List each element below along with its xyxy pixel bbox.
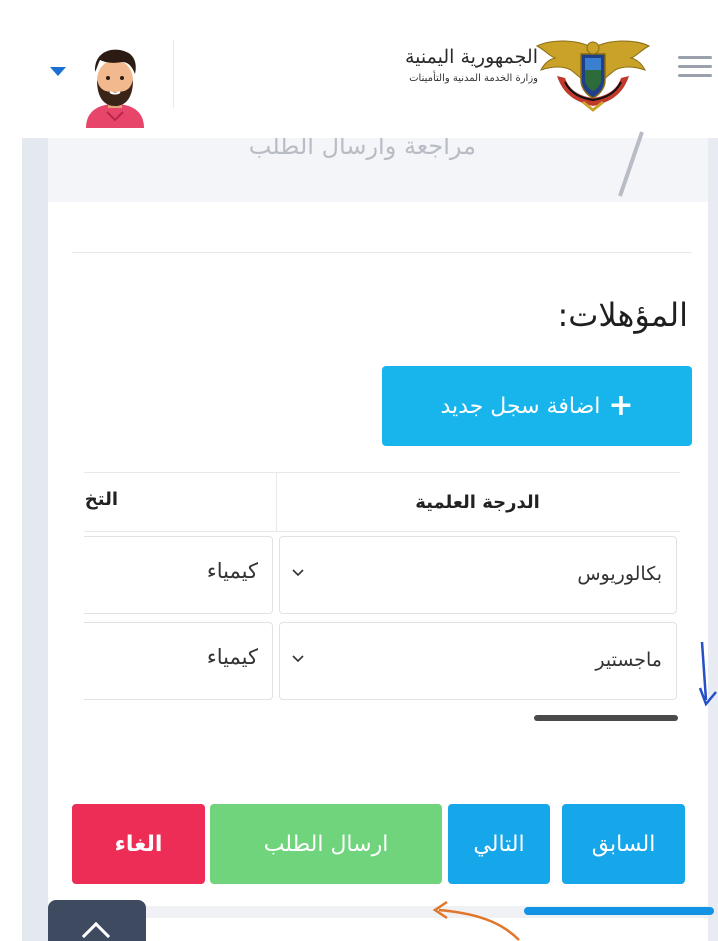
column-header-specialization: التخ: [84, 473, 276, 532]
section-divider: [72, 252, 692, 253]
specialization-field-value: كيمياء: [206, 645, 258, 669]
degree-select[interactable]: ماجستير: [279, 622, 677, 700]
qualifications-table: الدرجة العلمية التخ بكالوريوس كيمياء ماج…: [84, 472, 680, 708]
column-header-specialization-label: التخ: [84, 489, 118, 510]
chevron-down-icon: [292, 655, 304, 663]
hamburger-menu-icon[interactable]: [678, 56, 712, 80]
step-separator-icon: [618, 131, 644, 197]
specialization-field[interactable]: كيمياء: [84, 536, 273, 614]
country-title: الجمهورية اليمنية: [404, 46, 538, 68]
table-header-row: الدرجة العلمية التخ: [84, 472, 680, 532]
chevron-down-icon: [292, 569, 304, 577]
submit-request-button[interactable]: ارسال الطلب: [210, 804, 442, 884]
annotation-arrow-orange: [432, 900, 520, 941]
yemen-emblem-logo: [535, 40, 651, 112]
column-header-degree: الدرجة العلمية: [276, 473, 678, 532]
degree-select-value: بكالوريوس: [577, 563, 662, 585]
chevron-up-icon: [81, 921, 111, 941]
header-divider: [173, 40, 174, 108]
step-label: مراجعة وارسال الطلب: [248, 138, 476, 160]
degree-select-value: ماجستير: [595, 649, 662, 671]
scroll-to-top-button[interactable]: [48, 900, 146, 941]
user-menu-caret-icon[interactable]: [50, 67, 66, 76]
specialization-field-value: كيمياء: [206, 559, 258, 583]
next-button[interactable]: التالي: [448, 804, 550, 884]
annotation-arrow-mark: [698, 641, 717, 707]
top-header: الجمهورية اليمنية وزارة الخدمة المدنية و…: [0, 0, 718, 138]
user-avatar[interactable]: [82, 48, 148, 128]
table-horizontal-scrollbar[interactable]: [534, 715, 678, 721]
step-indicator: مراجعة وارسال الطلب: [48, 138, 708, 202]
add-record-label: اضافة سجل جديد: [440, 393, 601, 419]
degree-select[interactable]: بكالوريوس: [279, 536, 677, 614]
qualifications-title: المؤهلات:: [557, 296, 688, 334]
add-record-button[interactable]: + اضافة سجل جديد: [382, 366, 692, 446]
plus-icon: +: [608, 388, 634, 423]
cancel-button[interactable]: الغاء: [72, 804, 205, 884]
ministry-text-block: الجمهورية اليمنية وزارة الخدمة المدنية و…: [378, 42, 538, 86]
specialization-field[interactable]: كيمياء: [84, 622, 273, 700]
right-gutter: [708, 138, 718, 941]
left-gutter: [22, 138, 48, 941]
previous-button[interactable]: السابق: [562, 804, 685, 884]
progress-line: [524, 907, 714, 915]
ministry-name: وزارة الخدمة المدنية والتأمينات: [409, 73, 538, 84]
